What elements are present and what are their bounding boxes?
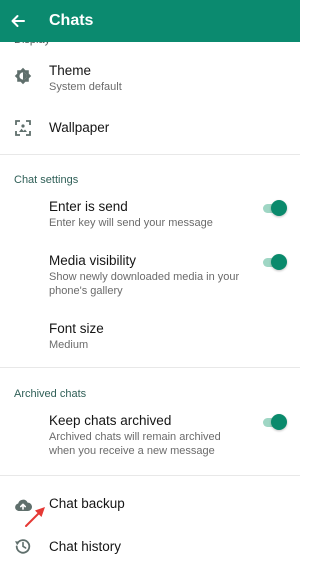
- back-button[interactable]: [1, 0, 35, 42]
- setting-enter-is-send-title: Enter is send: [49, 199, 128, 214]
- enter-is-send-toggle[interactable]: [261, 199, 287, 217]
- setting-keep-chats-archived[interactable]: Keep chats archived Archived chats will …: [0, 408, 300, 464]
- setting-media-visibility[interactable]: Media visibility Show newly downloaded m…: [0, 248, 300, 304]
- setting-theme[interactable]: Theme System default: [0, 56, 300, 104]
- section-header-archived-chats: Archived chats: [14, 388, 87, 400]
- setting-media-visibility-title: Media visibility: [49, 253, 137, 268]
- toggle-thumb: [271, 254, 287, 270]
- setting-theme-subtitle: System default: [49, 81, 122, 93]
- setting-font-size[interactable]: Font size Medium: [0, 316, 300, 358]
- setting-chat-history-title: Chat history: [49, 539, 122, 554]
- setting-chat-backup-title: Chat backup: [49, 496, 125, 511]
- divider: [0, 154, 300, 155]
- brightness-icon: [13, 66, 33, 86]
- divider: [0, 475, 300, 476]
- setting-enter-is-send-subtitle: Enter key will send your message: [49, 217, 213, 229]
- setting-enter-is-send[interactable]: Enter is send Enter key will send your m…: [0, 194, 300, 238]
- setting-font-size-title: Font size: [49, 321, 104, 336]
- toggle-thumb: [271, 200, 287, 216]
- setting-wallpaper[interactable]: Wallpaper: [0, 110, 300, 146]
- setting-media-visibility-subtitle: Show newly downloaded media in your phon…: [49, 271, 240, 297]
- media-visibility-toggle[interactable]: [261, 253, 287, 271]
- divider: [0, 367, 300, 368]
- keep-chats-archived-toggle[interactable]: [261, 413, 287, 431]
- toggle-thumb: [271, 414, 287, 430]
- history-icon: [13, 536, 33, 556]
- app-bar: Chats: [0, 0, 300, 42]
- setting-keep-chats-archived-title: Keep chats archived: [49, 413, 172, 428]
- setting-wallpaper-title: Wallpaper: [49, 120, 110, 135]
- setting-font-size-subtitle: Medium: [49, 339, 89, 351]
- section-header-chat-settings: Chat settings: [14, 174, 79, 186]
- annotation-arrow-icon: [25, 507, 45, 527]
- wallpaper-icon: [13, 118, 33, 138]
- setting-chat-history[interactable]: Chat history: [0, 533, 300, 563]
- arrow-left-icon: [11, 15, 25, 27]
- page-title: Chats: [49, 12, 94, 29]
- setting-theme-title: Theme: [49, 63, 92, 78]
- setting-keep-chats-archived-subtitle: Archived chats will remain archived when…: [49, 431, 221, 457]
